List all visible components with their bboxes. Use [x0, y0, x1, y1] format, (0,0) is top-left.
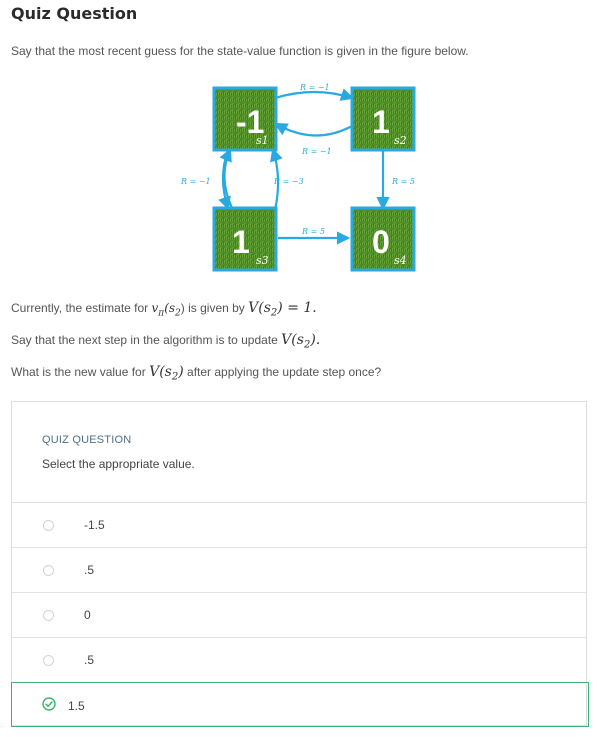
check-circle-icon — [42, 697, 56, 711]
question-line: What is the new value for V(s2) after ap… — [11, 364, 381, 382]
reward-s3-s4: R = 5 — [301, 227, 325, 236]
reward-s1-s2: R = −1 — [299, 83, 330, 92]
line3-prefix: What is the new value for — [11, 365, 150, 379]
line2-prefix: Say that the next step in the algorithm … — [11, 333, 282, 347]
option-label: .5 — [84, 653, 95, 667]
option-label: -1.5 — [84, 518, 105, 532]
quiz-instruction: Select the appropriate value. — [42, 457, 195, 471]
state-value-figure: -1 s1 1 s2 1 s3 0 s4 R = −1 R = −1 R = −… — [170, 78, 420, 278]
option-5-correct[interactable]: 1.5 — [11, 682, 589, 727]
tile-s3: 1 s3 — [212, 206, 278, 272]
option-2[interactable]: .5 — [12, 548, 586, 593]
tile-s2: 1 s2 — [350, 86, 416, 152]
quiz-label: QUIZ QUESTION — [42, 434, 132, 446]
line3-suffix: after applying the update step once? — [183, 365, 382, 379]
line1-prefix: Currently, the estimate for — [11, 301, 152, 315]
state-label-s1: s1 — [256, 134, 269, 147]
radio-icon[interactable] — [43, 520, 54, 531]
tile-s4: 0 s4 — [350, 206, 416, 272]
line1-mid: ) is given by — [180, 301, 249, 315]
radio-icon[interactable] — [43, 565, 54, 576]
reward-s2-s1: R = −1 — [301, 147, 332, 156]
reward-s1-s3: R = −1 — [180, 177, 211, 186]
state-label-s4: s4 — [394, 254, 407, 267]
page-title: Quiz Question — [11, 4, 138, 23]
line2-math: V(s — [281, 332, 304, 348]
arrow-s1-s2 — [274, 88, 355, 101]
math-V-end: ) = 1. — [277, 300, 317, 316]
intro-text: Say that the most recent guess for the s… — [11, 44, 469, 58]
radio-icon[interactable] — [43, 610, 54, 621]
state-label-s2: s2 — [394, 134, 407, 147]
radio-icon[interactable] — [43, 655, 54, 666]
math-s: (s — [164, 301, 176, 315]
tile-s1: -1 s1 — [212, 86, 278, 152]
current-estimate-line: Currently, the estimate for vπ(s2) is gi… — [11, 300, 317, 318]
line2-end: ). — [310, 332, 321, 348]
update-step-line: Say that the next step in the algorithm … — [11, 332, 320, 350]
arrow-s2-s1 — [274, 122, 353, 137]
line3-math: V(s — [149, 364, 172, 380]
math-V: V(s — [248, 300, 271, 316]
option-label: 0 — [84, 608, 91, 622]
state-label-s3: s3 — [256, 254, 269, 267]
option-1[interactable]: -1.5 — [12, 503, 586, 548]
option-label: .5 — [84, 563, 95, 577]
option-4[interactable]: .5 — [12, 638, 586, 683]
quiz-card: QUIZ QUESTION Select the appropriate val… — [11, 401, 589, 727]
state-value-s3: 1 — [232, 224, 250, 260]
state-value-s2: 1 — [372, 104, 390, 140]
option-3[interactable]: 0 — [12, 593, 586, 638]
reward-s3-s1: R = −3 — [273, 177, 304, 186]
quiz-header: QUIZ QUESTION Select the appropriate val… — [12, 402, 586, 503]
reward-s2-s4: R = 5 — [391, 177, 415, 186]
option-label: 1.5 — [68, 699, 85, 713]
state-value-s4: 0 — [372, 224, 390, 260]
